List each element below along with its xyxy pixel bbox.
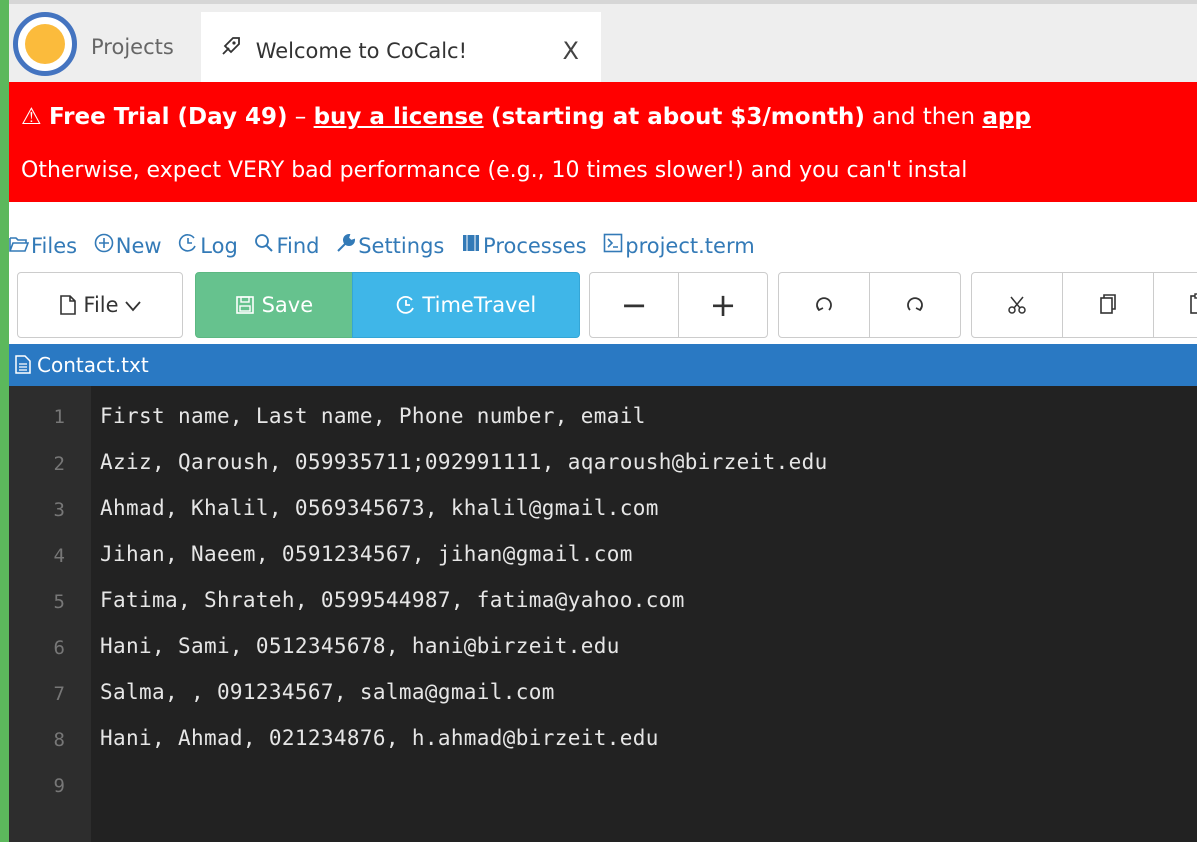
paste-button[interactable]: [1153, 272, 1197, 338]
line-number: 5: [53, 591, 65, 613]
cut-button[interactable]: [971, 272, 1063, 338]
pricing-text: (starting at about $3/month): [490, 104, 865, 130]
banner-line-1: ⚠ Free Trial (Day 49) – buy a license (s…: [21, 104, 1031, 130]
editor-toolbar: File Save TimeTravel − +: [9, 270, 1197, 342]
file-menu-label: File: [83, 293, 119, 317]
banner-tail: and then: [864, 104, 983, 130]
nav-settings[interactable]: Settings: [336, 220, 444, 272]
buy-license-link[interactable]: buy a license: [314, 104, 484, 130]
line-number: 1: [53, 406, 65, 428]
processes-icon: [461, 220, 481, 272]
file-text-icon: [15, 344, 31, 386]
search-icon: [254, 220, 274, 272]
nav-processes[interactable]: Processes: [461, 220, 587, 272]
nav-processes-label: Processes: [483, 234, 587, 258]
nav-new[interactable]: New: [94, 220, 162, 272]
nav-terminal-label: project.term: [625, 234, 755, 258]
save-icon: [235, 293, 255, 317]
banner-line-2: Otherwise, expect VERY bad performance (…: [21, 158, 968, 183]
save-label: Save: [261, 293, 314, 317]
code-line[interactable]: Salma, , 091234567, salma@gmail.com: [100, 680, 555, 704]
copy-icon: [1098, 293, 1118, 317]
save-button[interactable]: Save: [195, 272, 353, 338]
plus-icon: +: [709, 286, 737, 324]
file-menu-button[interactable]: File: [17, 272, 183, 338]
timetravel-label: TimeTravel: [422, 293, 537, 317]
line-number: 3: [53, 499, 65, 521]
tab-welcome[interactable]: Welcome to CoCalc! X: [201, 12, 601, 86]
rocket-icon: [219, 12, 249, 90]
project-nav: Files New Log Find Settings Processes pr…: [9, 220, 1197, 270]
code-editor[interactable]: 1 2 3 4 5 6 7 8 9 First name, Last name,…: [9, 386, 1197, 842]
minus-icon: −: [620, 286, 648, 324]
code-line[interactable]: Hani, Sami, 0512345678, hani@birzeit.edu: [100, 634, 620, 658]
code-line[interactable]: Fatima, Shrateh, 0599544987, fatima@yaho…: [100, 588, 685, 612]
nav-log-label: Log: [200, 234, 238, 258]
line-number-gutter: 1 2 3 4 5 6 7 8 9: [9, 386, 91, 842]
code-line[interactable]: First name, Last name, Phone number, ema…: [100, 404, 646, 428]
wrench-icon: [336, 220, 356, 272]
tab-projects[interactable]: Projects: [81, 16, 184, 82]
chevron-down-icon: [125, 293, 141, 317]
scissors-icon: [1007, 293, 1027, 317]
left-accent-bar: [0, 0, 9, 842]
trial-label: Free Trial (Day 49): [48, 104, 288, 130]
copy-button[interactable]: [1062, 272, 1154, 338]
nav-find[interactable]: Find: [254, 220, 320, 272]
increase-font-button[interactable]: +: [678, 272, 768, 338]
nav-new-label: New: [115, 234, 162, 258]
line-number: 8: [53, 729, 65, 751]
redo-icon: [905, 293, 925, 317]
logo-inner: [25, 24, 65, 64]
decrease-font-button[interactable]: −: [589, 272, 679, 338]
banner-dash: –: [287, 104, 314, 130]
line-number: 9: [53, 775, 65, 797]
undo-icon: [814, 293, 834, 317]
paste-icon: [1189, 293, 1197, 317]
file-title: Contact.txt: [37, 353, 149, 377]
nav-files[interactable]: Files: [9, 220, 77, 272]
file-title-bar: Contact.txt: [9, 344, 1197, 386]
nav-log[interactable]: Log: [178, 220, 238, 272]
code-line[interactable]: Ahmad, Khalil, 0569345673, khalil@gmail.…: [100, 496, 659, 520]
nav-settings-label: Settings: [358, 234, 445, 258]
close-tab-icon[interactable]: X: [563, 12, 579, 90]
banner-tail-link[interactable]: app: [982, 104, 1030, 130]
history-icon: [396, 293, 416, 317]
tab-welcome-label: Welcome to CoCalc!: [255, 39, 468, 63]
tab-projects-label: Projects: [91, 35, 174, 59]
nav-files-label: Files: [31, 234, 78, 258]
code-line[interactable]: Aziz, Qaroush, 059935711;092991111, aqar…: [100, 450, 828, 474]
code-line[interactable]: Hani, Ahmad, 021234876, h.ahmad@birzeit.…: [100, 726, 659, 750]
line-number: 4: [53, 545, 65, 567]
line-number: 6: [53, 637, 65, 659]
plus-circle-icon: [94, 220, 114, 272]
trial-banner: ⚠ Free Trial (Day 49) – buy a license (s…: [9, 82, 1197, 202]
cocalc-logo-icon[interactable]: [13, 12, 77, 76]
history-icon: [178, 220, 198, 272]
redo-button[interactable]: [869, 272, 961, 338]
nav-find-label: Find: [276, 234, 320, 258]
warning-icon: ⚠: [21, 104, 42, 130]
file-icon: [59, 293, 77, 317]
tab-bar: Projects Welcome to CoCalc! X: [9, 0, 1197, 86]
timetravel-button[interactable]: TimeTravel: [352, 272, 580, 338]
line-number: 2: [53, 453, 65, 475]
nav-terminal[interactable]: project.term: [603, 220, 755, 272]
line-number: 7: [53, 683, 65, 705]
undo-button[interactable]: [778, 272, 870, 338]
terminal-icon: [603, 220, 623, 272]
cocalc-app: Projects Welcome to CoCalc! X ⚠ Free Tri…: [9, 0, 1197, 842]
folder-open-icon: [9, 220, 30, 272]
code-line[interactable]: Jihan, Naeem, 0591234567, jihan@gmail.co…: [100, 542, 633, 566]
